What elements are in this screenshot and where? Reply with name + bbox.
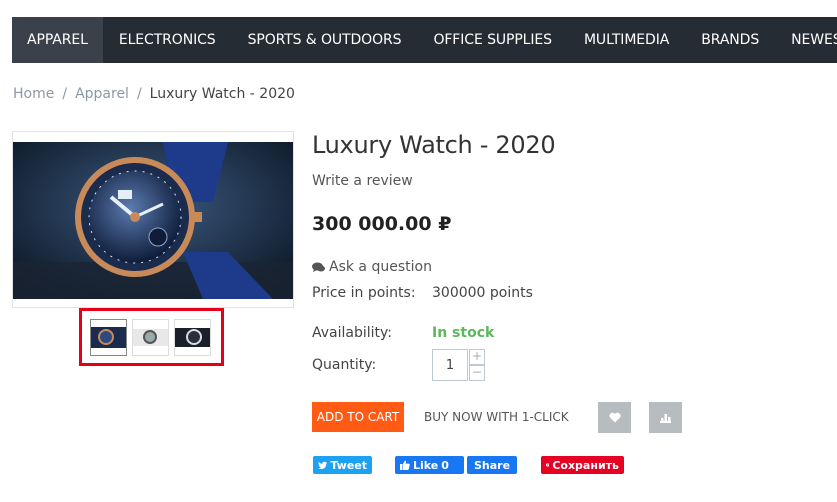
thumbnail-watch-icon (133, 329, 168, 346)
breadcrumb-separator: / (136, 86, 142, 102)
twitter-bird-icon (318, 461, 328, 469)
thumbs-up-icon (400, 460, 410, 470)
compare-button[interactable] (649, 402, 682, 433)
thumbnail-2[interactable] (132, 319, 169, 356)
breadcrumb-separator: / (62, 86, 68, 102)
quantity-label: Quantity: (312, 357, 377, 373)
quantity-decrement-button[interactable]: − (469, 365, 485, 381)
facebook-like-button[interactable]: Like 0 (395, 456, 464, 474)
quantity-increment-button[interactable]: + (469, 349, 485, 365)
nav-item-electronics[interactable]: ELECTRONICS (103, 17, 232, 63)
thumbnail-watch-icon (91, 327, 126, 348)
product-price: 300 000.00 ₽ (312, 213, 452, 235)
ask-question-link[interactable]: Ask a question (312, 259, 432, 275)
breadcrumb-category[interactable]: Apparel (75, 86, 129, 102)
quantity-input[interactable] (432, 349, 468, 381)
points-label: Price in points: (312, 285, 416, 301)
thumbnail-1[interactable] (90, 319, 127, 356)
pinterest-icon (546, 463, 550, 467)
pinterest-save-button[interactable]: Сохранить (541, 456, 624, 474)
nav-item-newest[interactable]: NEWEST (775, 17, 837, 63)
thumbnail-3[interactable] (174, 319, 211, 356)
nav-item-apparel[interactable]: APPAREL (12, 17, 103, 63)
thumbnail-gallery (79, 308, 224, 366)
tweet-label: Tweet (330, 458, 367, 472)
bar-chart-icon (660, 413, 671, 423)
comments-icon (312, 262, 325, 272)
buy-now-one-click-button[interactable]: BUY NOW WITH 1-CLICK (424, 402, 569, 432)
nav-item-brands[interactable]: BRANDS (685, 17, 775, 63)
add-to-cart-button[interactable]: ADD TO CART (312, 402, 404, 432)
share-label: Share (473, 458, 511, 472)
pinterest-save-label: Сохранить (552, 458, 619, 472)
points-value: 300000 points (432, 285, 533, 301)
nav-item-multimedia[interactable]: MULTIMEDIA (568, 17, 685, 63)
watch-image (13, 142, 293, 299)
availability-status: In stock (432, 325, 495, 341)
heart-icon (608, 412, 621, 423)
top-navigation: APPAREL ELECTRONICS SPORTS & OUTDOORS OF… (12, 17, 837, 63)
tweet-button[interactable]: Tweet (313, 456, 372, 474)
thumbnail-watch-icon (175, 328, 210, 347)
facebook-share-button[interactable]: Share (467, 456, 517, 474)
breadcrumb: Home / Apparel / Luxury Watch - 2020 (13, 86, 295, 102)
product-title: Luxury Watch - 2020 (312, 131, 556, 159)
like-count: 0 (441, 458, 449, 472)
nav-item-office-supplies[interactable]: OFFICE SUPPLIES (417, 17, 568, 63)
product-main-image[interactable] (12, 131, 294, 308)
breadcrumb-current: Luxury Watch - 2020 (149, 86, 295, 102)
breadcrumb-home[interactable]: Home (13, 86, 54, 102)
like-label: Like (413, 458, 439, 472)
wishlist-button[interactable] (598, 402, 631, 433)
ask-question-label: Ask a question (329, 259, 432, 275)
nav-item-sports-outdoors[interactable]: SPORTS & OUTDOORS (232, 17, 418, 63)
write-review-link[interactable]: Write a review (312, 173, 413, 189)
availability-label: Availability: (312, 325, 393, 341)
